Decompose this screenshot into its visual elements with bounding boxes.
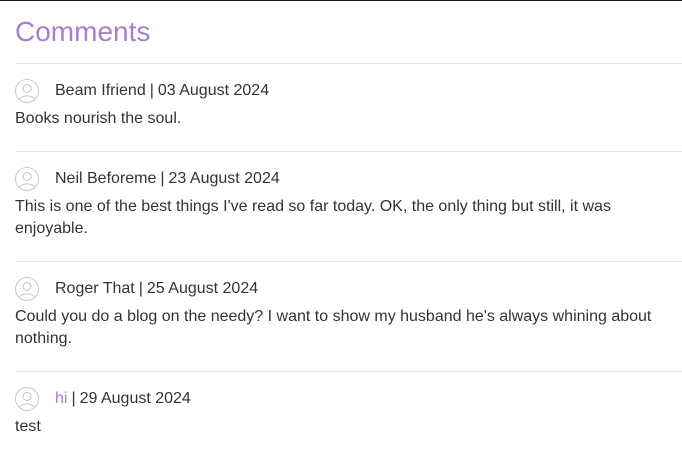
comment-author-link[interactable]: hi bbox=[55, 390, 67, 408]
comment-meta: Roger That | 25 August 2024 bbox=[15, 275, 682, 303]
comment-meta: hi | 29 August 2024 bbox=[15, 385, 682, 413]
comment-meta: Beam Ifriend | 03 August 2024 bbox=[15, 77, 682, 105]
meta-separator: | bbox=[71, 390, 76, 407]
comment-text: Could you do a blog on the needy? I want… bbox=[15, 308, 652, 347]
user-avatar-icon bbox=[15, 167, 39, 191]
meta-separator: | bbox=[149, 82, 154, 99]
comment-author: Roger That bbox=[55, 280, 135, 297]
comment-author: Beam Ifriend bbox=[55, 82, 146, 99]
comments-section: Comments Beam Ifriend | 03 August 2024 B… bbox=[15, 0, 682, 464]
meta-separator: | bbox=[160, 170, 165, 187]
comment-item: Beam Ifriend | 03 August 2024 Books nour… bbox=[15, 64, 682, 152]
comment-date: 25 August 2024 bbox=[146, 280, 259, 297]
comment-item: Roger That | 25 August 2024 Could you do… bbox=[15, 262, 682, 372]
comment-item: hi | 29 August 2024 test bbox=[15, 372, 682, 464]
comment-text: test bbox=[15, 418, 41, 435]
user-avatar-icon bbox=[15, 277, 39, 301]
comment-date: 29 August 2024 bbox=[79, 390, 191, 407]
user-avatar-icon bbox=[15, 79, 39, 103]
comment-text: Books nourish the soul. bbox=[15, 110, 182, 127]
comments-heading: Comments bbox=[15, 0, 682, 64]
comment-text: This is one of the best things I've read… bbox=[15, 198, 611, 237]
comment-date: 03 August 2024 bbox=[157, 82, 270, 99]
meta-separator: | bbox=[138, 280, 143, 297]
comment-date: 23 August 2024 bbox=[168, 170, 280, 187]
comment-meta: Neil Beforeme | 23 August 2024 bbox=[15, 165, 682, 193]
user-avatar-icon bbox=[15, 387, 39, 411]
comment-author: Neil Beforeme bbox=[55, 170, 157, 187]
comment-item: Neil Beforeme | 23 August 2024 This is o… bbox=[15, 152, 682, 262]
